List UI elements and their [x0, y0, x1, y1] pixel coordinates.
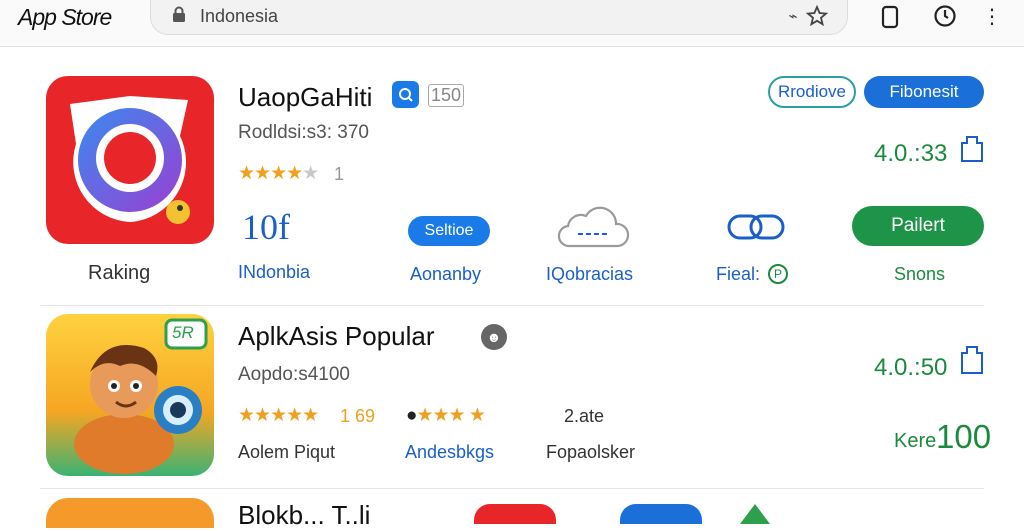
app1-stat-label-3: Fieal:: [716, 264, 761, 284]
app1-stat-label-1: Aonanby: [410, 264, 482, 284]
star-bookmark-icon[interactable]: [806, 5, 828, 27]
app2-price-label: Kere: [894, 430, 937, 452]
app3-title[interactable]: Blokb... T..li: [238, 500, 370, 531]
app2-rating-num: 1 69: [340, 406, 376, 426]
app1-stat-chip[interactable]: Seltioe: [408, 216, 490, 246]
app1-subtitle: Rodldsi:s3: 370: [238, 122, 369, 143]
app1-action-button[interactable]: Pailert: [852, 206, 984, 246]
translate-icon[interactable]: ⌁: [784, 6, 802, 26]
lock-icon: [173, 6, 185, 22]
app1-action-label: Snons: [894, 264, 946, 284]
cloud-icon[interactable]: [556, 204, 630, 250]
app1-icon[interactable]: [46, 76, 214, 244]
divider: [40, 488, 984, 489]
app2-settings-icon: ☻: [481, 324, 507, 350]
app-store-logo[interactable]: App Store: [18, 4, 112, 31]
app2-version: 4.0.:50: [874, 354, 948, 381]
app1-age-badge: 150: [428, 84, 465, 107]
app3-icon-small: [740, 504, 770, 524]
app2-bottom-label-0: Aolem Piqut: [238, 442, 336, 462]
app1-rating-count: 1: [334, 164, 345, 184]
app2-title[interactable]: AplkAsis Popular: [238, 321, 435, 352]
app2-share-icon[interactable]: [958, 343, 986, 377]
app1-stat-label-0: INdonbia: [238, 262, 311, 282]
app2-rating-stars-a: ★★★★★: [238, 405, 319, 426]
app2-rating-stars-b: ●★★★ ★: [406, 405, 486, 426]
app2-bottom-label-1: Andesbkgs: [405, 442, 495, 462]
app2-rating-label: 2.ate: [564, 406, 605, 426]
app1-stat-label-2: IQobracias: [546, 264, 634, 284]
app1-icon-label: Raking: [88, 262, 151, 284]
link-icon[interactable]: [726, 212, 786, 242]
app3-button[interactable]: [474, 504, 556, 524]
app3-button[interactable]: [620, 504, 702, 524]
app2-subtitle: Aopdo:s4100: [238, 364, 350, 385]
app2-bottom-label-2: Fopaolsker: [546, 442, 636, 462]
tabs-icon[interactable]: [880, 5, 900, 29]
app1-outline-button[interactable]: Rrodiove: [768, 76, 856, 108]
app3-icon[interactable]: [46, 498, 214, 528]
app1-share-icon[interactable]: [958, 133, 986, 165]
app1-filled-button[interactable]: Fibonesit: [864, 76, 984, 108]
app1-version: 4.0.:33: [874, 140, 948, 167]
address-text[interactable]: Indonesia: [200, 6, 278, 27]
history-icon[interactable]: [933, 4, 957, 28]
info-circle-icon: P: [768, 264, 788, 284]
app1-verified-icon: [392, 81, 419, 108]
more-menu-icon[interactable]: ⋮: [982, 4, 1002, 30]
divider: [40, 305, 984, 306]
app1-title[interactable]: UaopGaHiti: [238, 82, 372, 113]
app2-price-value[interactable]: 100: [936, 418, 991, 456]
app1-stat-rank: 10f: [242, 207, 290, 247]
app2-icon-badge: 5R: [172, 323, 194, 342]
app1-rating-stars: ★★★★★: [238, 163, 319, 184]
